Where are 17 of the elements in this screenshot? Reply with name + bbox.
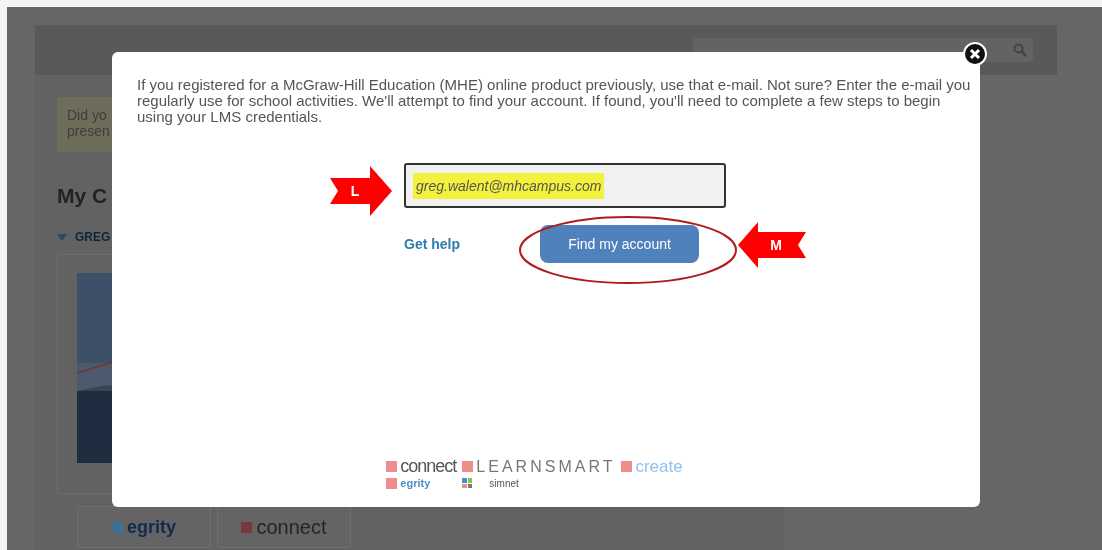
section-label[interactable]: GREG (75, 230, 111, 244)
search-icon (1013, 43, 1027, 57)
close-icon[interactable] (963, 42, 987, 66)
callout-arrow: M (738, 222, 806, 268)
help-link[interactable]: Get help (404, 236, 460, 252)
find-account-button[interactable]: Find my account (540, 225, 699, 263)
callout-arrow: L (330, 166, 392, 216)
product-tab[interactable]: connect (217, 506, 351, 548)
brand-logo: create (621, 456, 683, 477)
product-tab[interactable]: egrity (77, 506, 211, 548)
email-field[interactable]: greg.walent@mhcampus.com (404, 163, 726, 208)
instructions-text: If you registered for a McGraw-Hill Education (MHE) online product previously, use that e-mail. Not sure? Enter the e-mail you regularly use for school activities. We'll attempt to find your account. If found, you'll need to complete a few steps to begin using your LMS credentials. (137, 77, 972, 125)
brand-logo: LEARNSMART (462, 457, 616, 476)
page-heading: My C (57, 184, 108, 208)
brand-logo: egrity (386, 477, 457, 489)
brand-logo: simnet (462, 477, 616, 489)
brand-logo: connect (386, 456, 457, 477)
